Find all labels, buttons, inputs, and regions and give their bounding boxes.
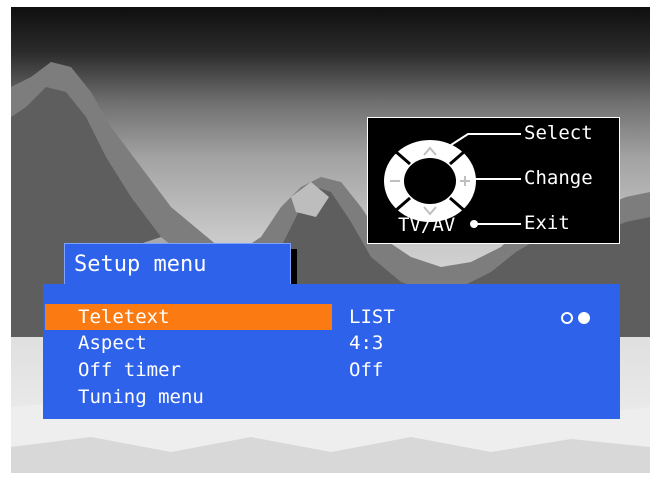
page-dot-filled-icon — [578, 311, 590, 324]
change-label: Change — [524, 167, 593, 189]
menu-item-value: 4:3 — [349, 332, 384, 354]
menu-item-label: Off timer — [78, 359, 181, 381]
menu-title: Setup menu — [64, 243, 291, 285]
tvav-label: TV/AV — [398, 214, 456, 236]
menu-item-value: Off — [349, 359, 384, 381]
select-label: Select — [524, 122, 593, 144]
menu-item-value: LIST — [349, 306, 395, 328]
menu-item-teletext[interactable]: Teletext LIST — [43, 304, 620, 330]
menu-item-label: Tuning menu — [78, 386, 204, 408]
setup-menu-panel: Teletext LIST Aspect 4:3 Off timer Off T… — [43, 284, 620, 419]
menu-item-aspect[interactable]: Aspect 4:3 — [43, 330, 620, 356]
menu-item-label: Aspect — [78, 332, 147, 354]
page-indicator — [561, 307, 595, 326]
page-dot-empty-icon — [561, 311, 573, 324]
remote-legend-panel: Select Change Exit TV/AV — [367, 117, 620, 244]
exit-label: Exit — [524, 212, 570, 234]
menu-item-label: Teletext — [78, 306, 170, 328]
menu-item-tuning-menu[interactable]: Tuning menu — [43, 384, 620, 410]
menu-item-off-timer[interactable]: Off timer Off — [43, 357, 620, 383]
